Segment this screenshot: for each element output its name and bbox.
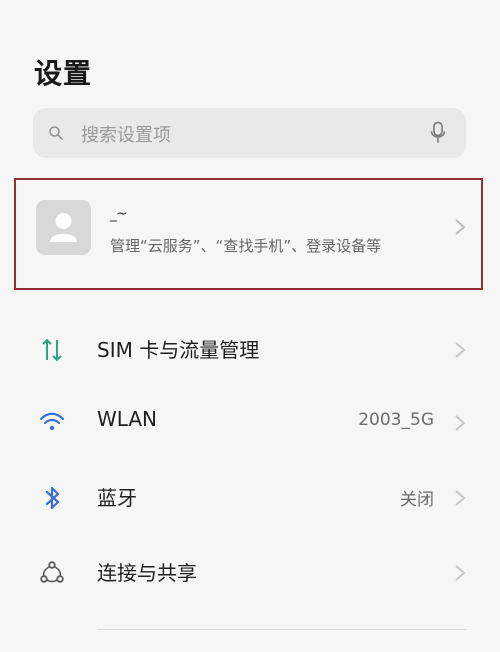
wifi-icon — [39, 412, 65, 431]
page-title: 设置 — [34, 57, 93, 90]
search-icon — [49, 126, 63, 140]
avatar — [36, 200, 91, 255]
chevron-right-icon — [455, 415, 466, 431]
settings-row-sim[interactable]: SIM 卡与流量管理 — [0, 320, 500, 380]
settings-row-wlan[interactable]: WLAN 2003_5G — [0, 393, 500, 453]
microphone-icon[interactable] — [428, 120, 448, 146]
divider — [97, 629, 467, 630]
settings-row-value: 关闭 — [400, 490, 434, 510]
settings-row-value: 2003_5G — [358, 410, 434, 430]
chevron-right-icon — [455, 219, 466, 235]
settings-row-label: WLAN — [97, 407, 158, 431]
chevron-right-icon — [455, 342, 466, 358]
chevron-right-icon — [455, 565, 466, 581]
chevron-right-icon — [455, 490, 466, 506]
search-bar[interactable]: 搜索设置项 — [33, 108, 466, 158]
account-card[interactable]: _~ 管理“云服务”、“查找手机”、登录设备等 — [14, 178, 483, 290]
settings-row-label: 连接与共享 — [97, 561, 197, 585]
account-name: _~ — [110, 206, 128, 222]
user-avatar-icon — [50, 213, 77, 242]
share-connection-icon — [40, 561, 64, 583]
settings-row-bluetooth[interactable]: 蓝牙 关闭 — [0, 468, 500, 528]
sim-data-icon — [42, 338, 62, 362]
account-description: 管理“云服务”、“查找手机”、登录设备等 — [110, 237, 382, 255]
settings-row-label: 蓝牙 — [97, 486, 137, 510]
settings-row-connection-sharing[interactable]: 连接与共享 — [0, 543, 500, 603]
bluetooth-icon — [45, 486, 60, 510]
search-input[interactable]: 搜索设置项 — [81, 121, 171, 147]
settings-row-label: SIM 卡与流量管理 — [97, 338, 260, 362]
